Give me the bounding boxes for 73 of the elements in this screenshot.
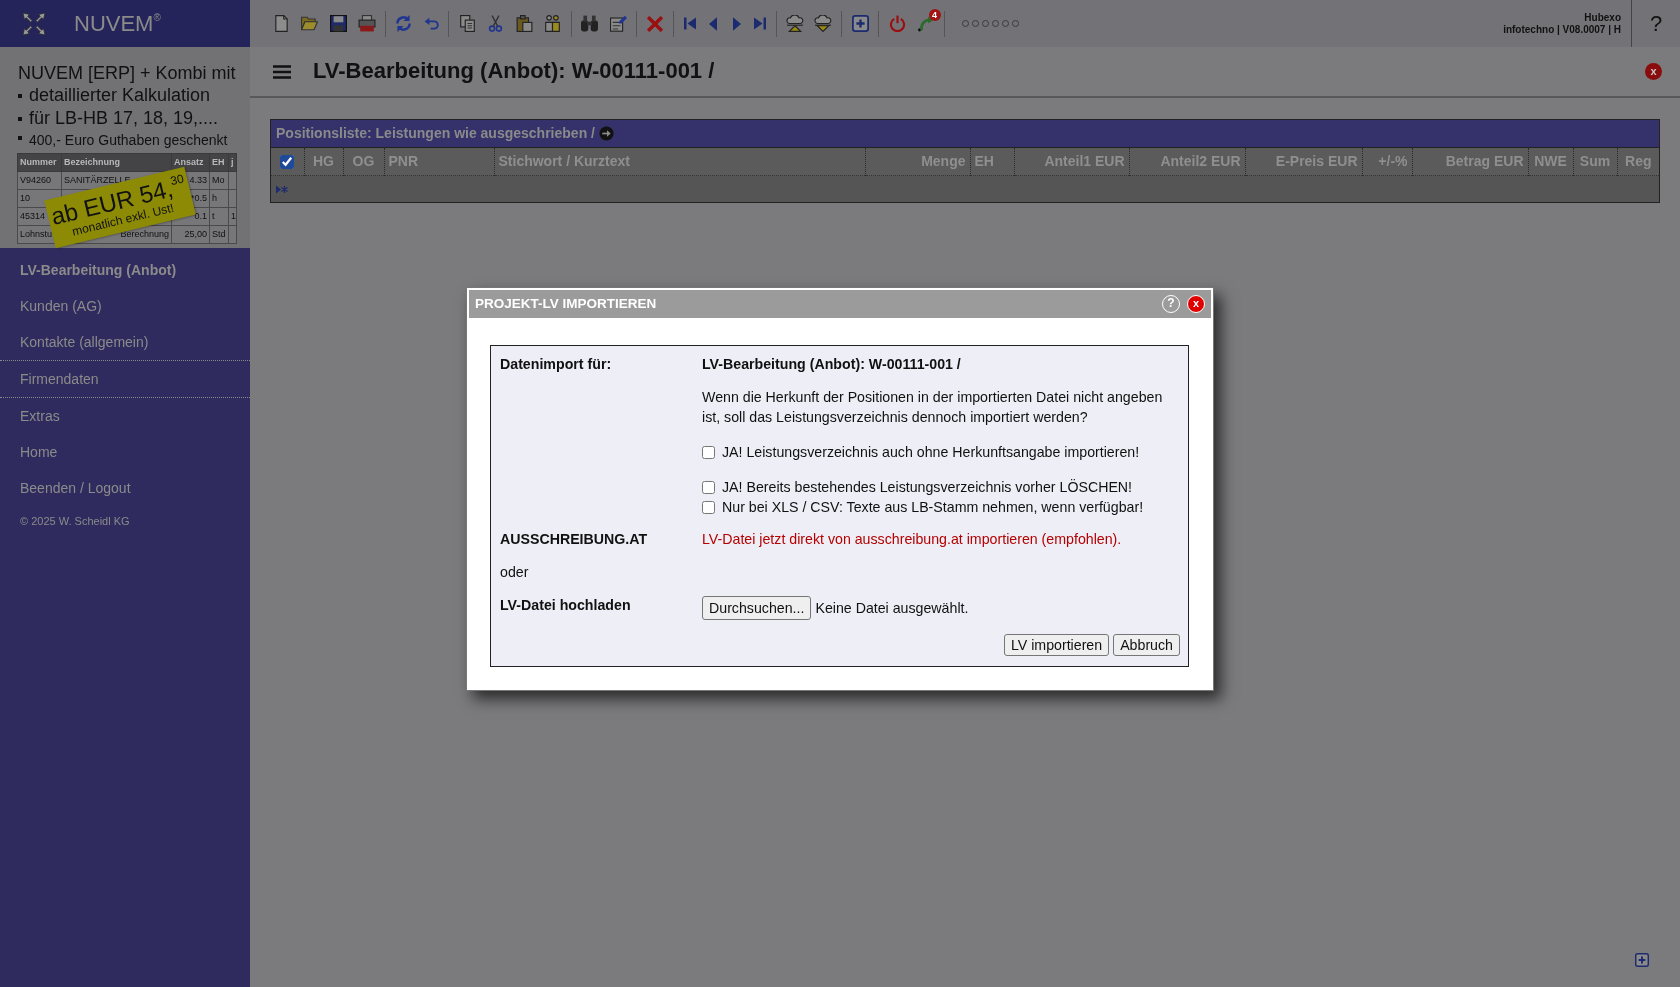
cloud-down-icon[interactable] [814, 15, 832, 32]
menu-item[interactable]: Beenden / Logout [0, 470, 250, 506]
form-label: LV-Datei hochladen [500, 596, 632, 615]
cloud-up-icon[interactable] [785, 15, 804, 32]
menu-item[interactable]: Firmendaten [0, 361, 250, 397]
table-cell: 1 [228, 207, 237, 226]
user-name: Hubexo [1583, 11, 1621, 24]
window-plus-icon[interactable] [851, 15, 869, 32]
column-header: j [228, 153, 237, 172]
scissors-icon[interactable] [488, 15, 503, 32]
triangle-right-icon[interactable] [732, 16, 741, 31]
close-button[interactable]: x [1645, 63, 1662, 80]
menu-icon[interactable] [273, 64, 291, 79]
menu-item[interactable]: Kunden (AG) [0, 288, 250, 324]
column-header: Nummer [17, 153, 62, 172]
skip-forward-icon[interactable] [754, 16, 766, 31]
select-all-checkbox[interactable] [280, 155, 295, 170]
people-icon[interactable] [544, 15, 561, 32]
dialog-title: PROJEKT-LV IMPORTIEREN [475, 294, 657, 313]
ad-banner[interactable] [0, 47, 250, 248]
copy-icon[interactable] [458, 15, 476, 32]
new-document-icon[interactable] [272, 15, 290, 32]
edit-document-icon[interactable] [609, 15, 627, 32]
menu-item[interactable]: Home [0, 434, 250, 470]
checkbox[interactable] [702, 445, 715, 459]
clipboard-icon[interactable] [515, 15, 533, 32]
import-button[interactable]: LV importieren [1003, 634, 1110, 656]
panel-title: Positionsliste: Leistungen wie ausgeschrieben / [276, 124, 595, 143]
version-info: infotechno | V08.0007 | H [1503, 23, 1621, 36]
form-label: Datenimport für: [500, 355, 613, 374]
menu-item[interactable]: Kontakte (allgemein) [0, 324, 250, 360]
import-link[interactable]: LV-Datei jetzt direkt von ausschreibung.at importieren (empfohlen). [702, 531, 1122, 547]
arrow-circle-icon[interactable] [598, 126, 614, 141]
file-status: Keine Datei ausgewählt. [815, 599, 969, 618]
column-header[interactable]: +/-% [1362, 147, 1412, 176]
import-target: LV-Bearbeitung (Anbot): W-00111-001 / [702, 356, 961, 372]
import-question: Wenn die Herkunft der Positionen in der importierten Datei nicht angeben ist, soll das Leistungsverzeichnis dennoch importiert werden? [702, 388, 1164, 427]
printer-icon[interactable] [357, 15, 376, 32]
form-label: AUSSCHREIBUNG.AT [500, 530, 649, 549]
refresh-icon[interactable] [395, 15, 412, 32]
bullet-icon [18, 93, 22, 98]
bullet-icon [18, 116, 22, 121]
window-plus-icon[interactable] [1635, 953, 1649, 967]
checkbox[interactable] [702, 500, 715, 514]
logo-text: NUVEM$^{®}$ [74, 10, 161, 37]
ad-headline: NUVEM [ERP] + Kombi mit [18, 63, 237, 84]
ad-bullet-text: für LB-HB 17, 18, 19,.... [29, 107, 219, 130]
menu-item[interactable]: LV-Bearbeitung (Anbot) [0, 252, 250, 288]
menu-item[interactable]: Extras [0, 398, 250, 434]
checkbox[interactable] [702, 480, 715, 494]
separator-text: oder [500, 563, 529, 582]
ad-bullet-text: 400,- Euro Guthaben geschenkt [29, 131, 228, 150]
new-row-marker-icon[interactable] [276, 185, 288, 195]
column-header: Bezeichnung [61, 153, 172, 172]
skip-back-icon[interactable] [683, 16, 696, 31]
cancel-button[interactable]: Abbruch [1113, 634, 1180, 656]
checkbox-label[interactable]: JA! Bereits bestehendes Leistungsverzeichnis vorher LÖSCHEN! [722, 477, 1133, 497]
column-header: Ansatz [171, 153, 210, 172]
checkbox-label[interactable]: Nur bei XLS / CSV: Texte aus LB-Stamm nehmen, wenn verfügbar! [722, 497, 1144, 517]
undo-arrow-icon[interactable] [423, 17, 439, 30]
triangle-left-icon[interactable] [709, 16, 717, 31]
binoculars-icon[interactable] [581, 15, 598, 32]
four-arrows-logo-icon [22, 11, 46, 36]
ad-bullet-text: detaillierter Kalkulation [29, 84, 211, 107]
page-title: LV-Bearbeitung (Anbot): W-00111-001 / [313, 58, 715, 85]
copyright-text: © 2025 W. Scheidl KG [19, 514, 131, 529]
notification-badge: 4 [928, 8, 941, 21]
bullet-icon [18, 136, 22, 140]
help-button[interactable]: ? [1631, 0, 1680, 47]
checkbox-label[interactable]: JA! Leistungsverzeichnis auch ohne Herkunftsangabe importieren! [722, 442, 1140, 462]
close-button[interactable]: x [1187, 295, 1205, 313]
browse-button[interactable]: Durchsuchen... [702, 596, 812, 620]
folder-icon[interactable] [301, 15, 318, 32]
